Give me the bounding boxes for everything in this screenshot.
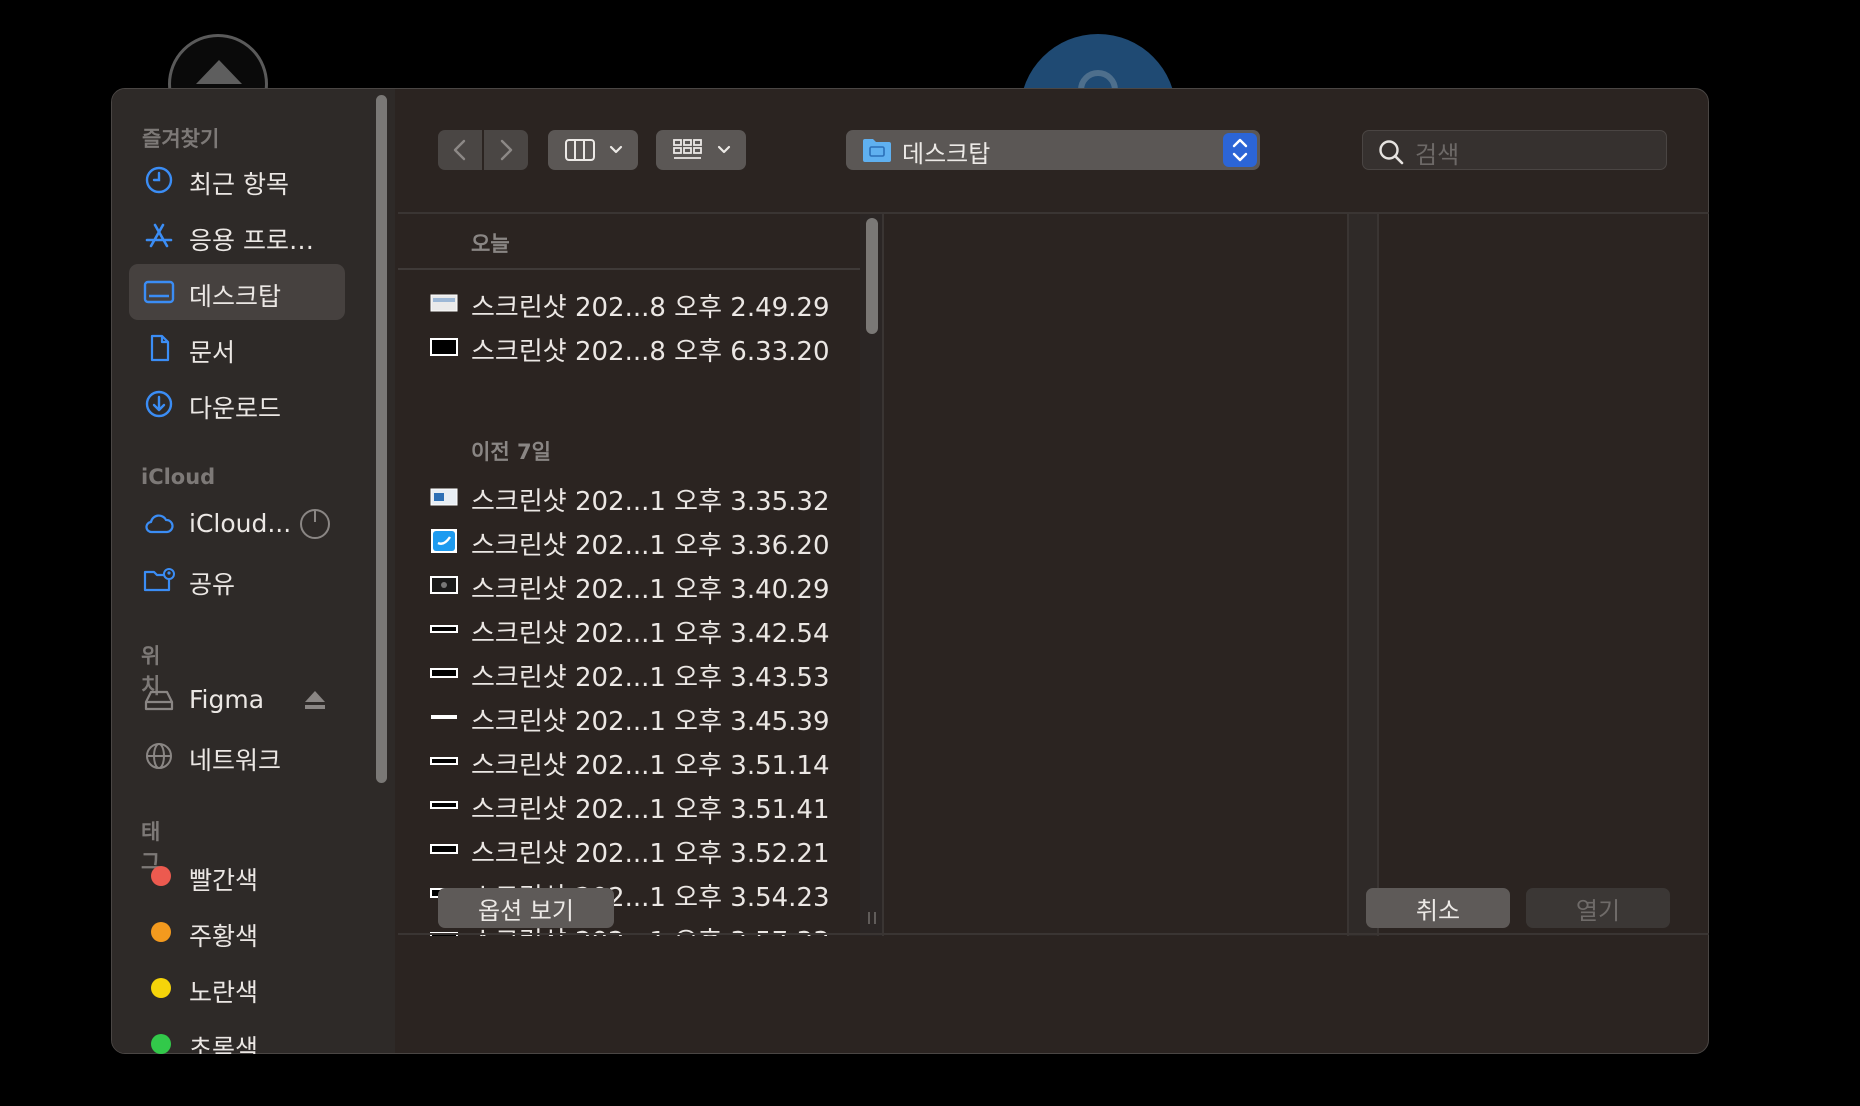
sidebar-item-label: 공유 bbox=[189, 570, 236, 599]
cancel-button[interactable]: 취소 bbox=[1366, 888, 1510, 928]
app-store-icon bbox=[145, 223, 173, 248]
sidebar-item-documents[interactable]: 문서 bbox=[129, 320, 345, 376]
desktop-icon bbox=[143, 280, 175, 304]
sidebar-item-applications[interactable]: 응용 프로… bbox=[129, 208, 345, 264]
sync-progress-icon bbox=[300, 509, 330, 539]
sidebar-item-icloud-drive[interactable]: iCloud... bbox=[129, 496, 345, 552]
download-icon bbox=[145, 390, 173, 418]
eject-icon[interactable] bbox=[303, 688, 327, 712]
sidebar-item-label: 문서 bbox=[189, 338, 236, 367]
sidebar-tag-orange[interactable]: 주황색 bbox=[129, 904, 345, 960]
sidebar-item-label: 네트워크 bbox=[189, 746, 282, 775]
tag-color-dot bbox=[151, 922, 171, 942]
sidebar-item-label: 주황색 bbox=[189, 922, 259, 951]
sidebar-item-recents[interactable]: 최근 항목 bbox=[129, 152, 345, 208]
sidebar-item-label: 최근 항목 bbox=[189, 170, 289, 199]
open-button[interactable]: 열기 bbox=[1526, 888, 1670, 928]
show-options-button[interactable]: 옵션 보기 bbox=[438, 888, 614, 928]
network-icon bbox=[146, 743, 172, 769]
sidebar-scrollbar[interactable] bbox=[376, 95, 387, 783]
sidebar-item-label: Figma bbox=[189, 685, 265, 714]
sidebar-item-label: 데스크탑 bbox=[189, 282, 282, 311]
icloud-heading: iCloud bbox=[141, 465, 216, 489]
cloud-icon bbox=[145, 514, 174, 534]
sidebar-item-shared[interactable]: 공유 bbox=[129, 552, 345, 608]
sidebar-item-label: 다운로드 bbox=[189, 394, 282, 423]
sidebar-tag-yellow[interactable]: 노란색 bbox=[129, 960, 345, 1016]
drive-icon bbox=[144, 690, 174, 711]
tag-color-dot bbox=[151, 866, 171, 886]
sidebar-item-label: 빨간색 bbox=[189, 866, 259, 895]
sidebar-tag-red[interactable]: 빨간색 bbox=[129, 848, 345, 904]
sidebar-item-label: 응용 프로… bbox=[189, 226, 314, 255]
tag-color-dot bbox=[151, 978, 171, 998]
sidebar-item-desktop[interactable]: 데스크탑 bbox=[129, 264, 345, 320]
document-icon bbox=[150, 334, 170, 362]
clock-icon bbox=[145, 166, 173, 194]
sidebar-item-label: 노란색 bbox=[189, 978, 259, 1007]
sidebar-item-label: iCloud... bbox=[189, 509, 292, 538]
sidebar-item-figma[interactable]: Figma bbox=[129, 672, 345, 728]
sidebar-item-downloads[interactable]: 다운로드 bbox=[129, 376, 345, 432]
shared-folder-icon bbox=[143, 568, 175, 592]
sidebar-item-label: 초록색 bbox=[189, 1034, 259, 1054]
sidebar-item-network[interactable]: 네트워크 bbox=[129, 728, 345, 784]
sidebar-tag-green[interactable]: 초록색 bbox=[129, 1016, 345, 1054]
tag-color-dot bbox=[151, 1034, 171, 1054]
